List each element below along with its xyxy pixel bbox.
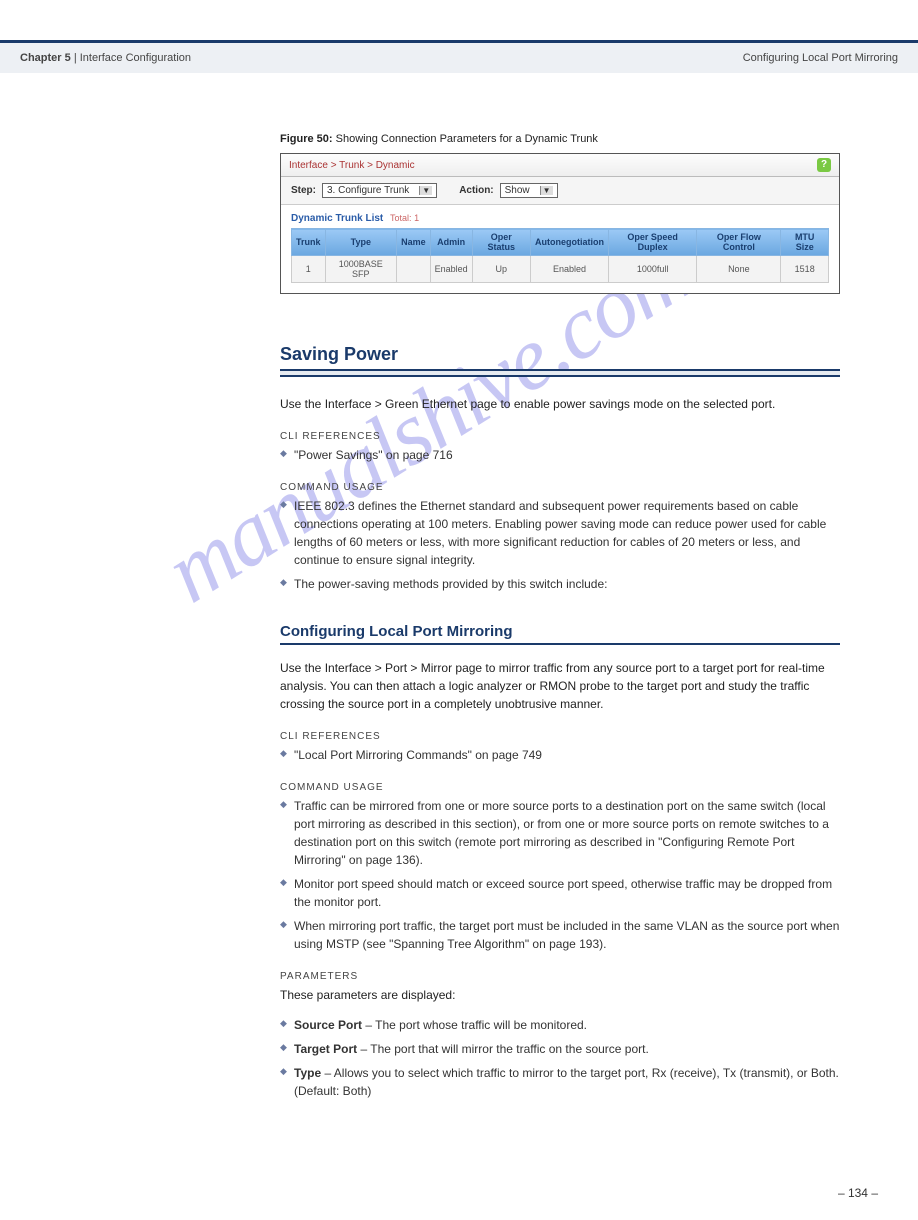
parameters-heading: PARAMETERS (280, 971, 840, 982)
cmd-usage-heading: COMMAND USAGE (280, 482, 840, 493)
figure-caption: Figure 50: Showing Connection Parameters… (280, 133, 878, 145)
param-item: Source Port – The port whose traffic wil… (280, 1016, 840, 1034)
cell-mtu: 1518 (781, 256, 829, 283)
app-toolbar: Step: 3. Configure Trunk▼ Action: Show▼ (281, 177, 839, 205)
usage-item: Monitor port speed should match or excee… (280, 875, 840, 911)
col-oper-status: Oper Status (472, 229, 530, 256)
cmd-usage-heading-2: COMMAND USAGE (280, 782, 840, 793)
col-mtu: MTU Size (781, 229, 829, 256)
app-breadcrumb-bar: Interface > Trunk > Dynamic ? (281, 154, 839, 177)
action-select[interactable]: Show▼ (500, 183, 558, 198)
cli-ref-item: "Local Port Mirroring Commands" on page … (280, 746, 840, 764)
col-trunk: Trunk (292, 229, 326, 256)
chevron-down-icon: ▼ (540, 186, 553, 195)
step-select[interactable]: 3. Configure Trunk▼ (322, 183, 437, 198)
cli-ref-heading: CLI REFERENCES (280, 431, 840, 442)
param-item: Target Port – The port that will mirror … (280, 1040, 840, 1058)
usage-item: Traffic can be mirrored from one or more… (280, 797, 840, 869)
section1-intro: Use the Interface > Green Ethernet page … (280, 395, 840, 413)
col-type: Type (325, 229, 397, 256)
parameters-intro: These parameters are displayed: (280, 986, 840, 1004)
chevron-down-icon: ▼ (419, 186, 432, 195)
col-oper-speed: Oper Speed Duplex (608, 229, 696, 256)
usage-item: The power-saving methods provided by thi… (280, 575, 840, 593)
help-icon[interactable]: ? (817, 158, 831, 172)
usage-item: When mirroring port traffic, the target … (280, 917, 840, 953)
section-bar (280, 369, 840, 377)
section2-intro: Use the Interface > Port > Mirror page t… (280, 659, 840, 713)
cli-ref-item: "Power Savings" on page 716 (280, 446, 840, 464)
trunk-table: Trunk Type Name Admin Oper Status Autone… (291, 228, 829, 283)
sub-rule (280, 643, 840, 645)
cell-name (397, 256, 431, 283)
section-heading-power: Saving Power (280, 344, 840, 365)
app-window: Interface > Trunk > Dynamic ? Step: 3. C… (280, 153, 840, 294)
table-row: 1 1000BASE SFP Enabled Up Enabled 1000fu… (292, 256, 829, 283)
step-label: Step: (291, 185, 316, 196)
col-name: Name (397, 229, 431, 256)
table-header-row: Trunk Type Name Admin Oper Status Autone… (292, 229, 829, 256)
col-admin: Admin (430, 229, 472, 256)
header-subtitle: Configuring Local Port Mirroring (743, 52, 898, 64)
cell-type: 1000BASE SFP (325, 256, 397, 283)
cell-oper-flow: None (697, 256, 781, 283)
col-oper-flow: Oper Flow Control (697, 229, 781, 256)
page-header: Chapter 5 | Interface Configuration Conf… (0, 43, 918, 73)
cell-admin: Enabled (430, 256, 472, 283)
usage-item: IEEE 802.3 defines the Ethernet standard… (280, 497, 840, 569)
cell-oper-speed: 1000full (608, 256, 696, 283)
action-label: Action: (459, 185, 493, 196)
trunk-list-title: Dynamic Trunk List Total: 1 (281, 205, 839, 228)
param-item: Type – Allows you to select which traffi… (280, 1064, 840, 1100)
page-number: – 134 – (0, 1186, 878, 1200)
cell-trunk: 1 (292, 256, 326, 283)
col-autoneg: Autonegotiation (530, 229, 608, 256)
cell-oper-status: Up (472, 256, 530, 283)
cell-autoneg: Enabled (530, 256, 608, 283)
section-heading-mirror: Configuring Local Port Mirroring (280, 623, 840, 640)
header-chapter: Chapter 5 | Interface Configuration (20, 52, 191, 64)
breadcrumb: Interface > Trunk > Dynamic (289, 160, 415, 171)
cli-ref-heading-2: CLI REFERENCES (280, 731, 840, 742)
